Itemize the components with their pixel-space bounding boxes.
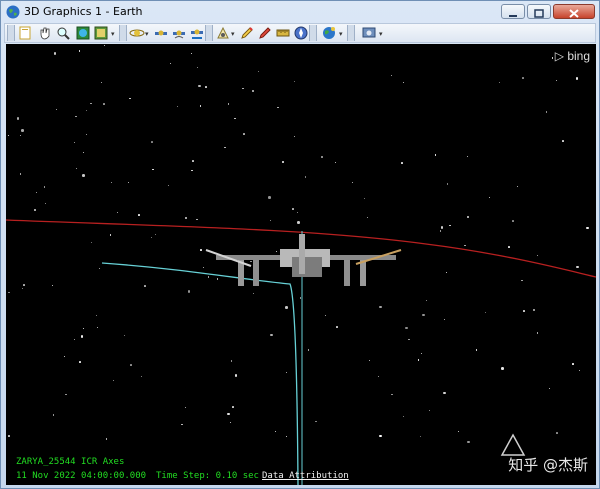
warning-triangle-icon: [500, 433, 526, 456]
render-settings-icon[interactable]: [361, 25, 377, 41]
orbit-view-icon[interactable]: [129, 25, 145, 41]
bing-icon: ▷: [554, 49, 564, 63]
maximize-icon: [534, 9, 544, 18]
pencil-marker-icon[interactable]: [257, 25, 273, 41]
chevron-down-icon[interactable]: ▾: [379, 30, 385, 38]
window-controls: [501, 4, 595, 20]
close-icon: [569, 9, 579, 18]
toolbar-grip[interactable]: [7, 25, 15, 41]
zoom-icon[interactable]: [55, 25, 71, 41]
date-time-readout: 11 Nov 2022 04:00:00.000: [16, 471, 147, 481]
sensor-icon[interactable]: [215, 25, 231, 41]
chevron-down-icon[interactable]: ▾: [231, 30, 237, 38]
pencil-red-icon[interactable]: [239, 25, 255, 41]
minimize-button[interactable]: [501, 4, 525, 19]
toolbar-separator: [347, 25, 355, 41]
bing-logo: ▷ bing: [555, 49, 590, 63]
map-view-icon[interactable]: [93, 25, 109, 41]
globe-view-icon[interactable]: [75, 25, 91, 41]
satellite-b-icon[interactable]: [171, 25, 187, 41]
window-title: 3D Graphics 1 - Earth: [24, 5, 143, 18]
pan-hand-icon[interactable]: [37, 25, 53, 41]
ground-track-line: [101, 262, 299, 485]
compass-icon[interactable]: [293, 25, 309, 41]
close-button[interactable]: [553, 4, 595, 19]
maximize-button[interactable]: [527, 4, 551, 19]
toolbar-separator: [309, 25, 317, 41]
data-attribution-link[interactable]: Data Attribution: [262, 471, 349, 481]
watermark-text: 知乎 @杰斯: [508, 456, 588, 474]
title-bar[interactable]: 3D Graphics 1 - Earth: [1, 1, 599, 23]
minimize-icon: [509, 15, 517, 17]
chevron-down-icon[interactable]: ▾: [145, 30, 151, 38]
satellite-a-icon[interactable]: [153, 25, 169, 41]
bing-label: bing: [567, 49, 590, 63]
scene-graphics: [6, 219, 596, 485]
toolbar-separator: [205, 25, 213, 41]
chevron-down-icon[interactable]: ▾: [111, 30, 117, 38]
earth-app-icon: [6, 5, 20, 19]
new-scene-icon[interactable]: [17, 25, 33, 41]
object-label: ZARYA_25544 ICR Axes: [16, 457, 125, 467]
iss-model: [205, 234, 402, 286]
satellite-c-icon[interactable]: [189, 25, 205, 41]
toolbar-separator: [119, 25, 127, 41]
3d-viewport[interactable]: ▷ bing ZARYA_25544 ICR Axes 11 Nov 2022 …: [6, 44, 596, 485]
app-window: 3D Graphics 1 - Earth ▾ ▾ ▾ ▾ ▾ ▷ bing Z…: [0, 0, 600, 489]
chevron-down-icon[interactable]: ▾: [339, 30, 345, 38]
time-step-readout: Time Step: 0.10 sec: [156, 471, 259, 481]
graphics-toolbar: ▾ ▾ ▾ ▾ ▾: [4, 23, 596, 43]
ruler-icon[interactable]: [275, 25, 291, 41]
earth-globe-icon[interactable]: [321, 25, 337, 41]
